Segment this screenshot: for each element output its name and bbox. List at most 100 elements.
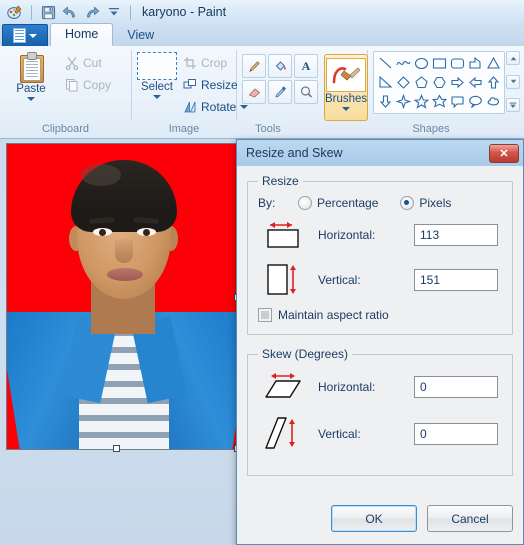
resize-legend: Resize xyxy=(262,174,299,188)
resize-section: Resize By: Percentage Pixels Horizontal:… xyxy=(247,174,513,335)
resize-vertical-input[interactable] xyxy=(414,269,498,291)
right-triangle-shape[interactable] xyxy=(376,73,394,92)
crop-icon xyxy=(183,56,197,70)
ribbon-group-tools: A Brushes Tools xyxy=(237,46,369,138)
down-arrow-shape[interactable] xyxy=(376,92,394,111)
skew-vertical-input[interactable] xyxy=(414,423,498,445)
tab-home[interactable]: Home xyxy=(50,23,114,46)
tools-grid: A xyxy=(242,54,318,104)
oval-shape[interactable] xyxy=(412,54,430,73)
rectangle-shape[interactable] xyxy=(430,54,448,73)
selection-rectangle-icon xyxy=(137,52,177,80)
paste-button[interactable]: Paste xyxy=(5,50,57,101)
left-arrow-shape[interactable] xyxy=(466,73,484,92)
pencil-icon[interactable] xyxy=(242,54,266,78)
cut-button[interactable]: Cut xyxy=(61,53,115,73)
rotate-label: Rotate xyxy=(201,100,237,114)
window-title: karyono - Paint xyxy=(142,5,227,19)
maintain-aspect-ratio-label: Maintain aspect ratio xyxy=(278,308,389,322)
redo-icon[interactable] xyxy=(83,3,101,21)
dialog-body: Resize By: Percentage Pixels Horizontal:… xyxy=(237,166,523,544)
save-icon[interactable] xyxy=(39,3,57,21)
rounded-callout-shape[interactable] xyxy=(448,92,466,111)
resize-horizontal-row: Horizontal: xyxy=(258,218,502,252)
maintain-aspect-ratio-checkbox[interactable]: Maintain aspect ratio xyxy=(258,308,502,322)
tools-group-label: Tools xyxy=(255,123,281,135)
rounded-rectangle-shape[interactable] xyxy=(448,54,466,73)
polygon-shape[interactable] xyxy=(466,54,484,73)
copy-label: Copy xyxy=(83,78,112,92)
canvas-resize-handle-bottom[interactable] xyxy=(113,445,120,452)
triangle-shape[interactable] xyxy=(484,54,502,73)
checkbox-indicator[interactable] xyxy=(258,308,272,322)
vertical-skew-icon xyxy=(258,414,318,454)
close-icon[interactable]: ✕ xyxy=(489,143,519,163)
resize-horizontal-input[interactable] xyxy=(414,224,498,246)
line-shape[interactable] xyxy=(376,54,394,73)
brushes-button[interactable]: Brushes xyxy=(324,54,369,121)
curve-shape[interactable] xyxy=(394,54,412,73)
radio-pixels-indicator[interactable] xyxy=(400,196,415,210)
cancel-button[interactable]: Cancel xyxy=(427,505,513,532)
copy-icon xyxy=(65,78,79,92)
undo-icon[interactable] xyxy=(61,3,79,21)
text-icon[interactable]: A xyxy=(294,54,318,78)
radio-pixels[interactable]: Pixels xyxy=(400,196,451,210)
color-picker-icon[interactable] xyxy=(268,80,292,104)
shapes-grid xyxy=(376,54,502,111)
resize-label: Resize xyxy=(201,78,238,92)
chevron-down-icon xyxy=(342,107,351,111)
brush-icon xyxy=(326,58,367,92)
eraser-icon[interactable] xyxy=(242,80,266,104)
skew-legend: Skew (Degrees) xyxy=(262,347,349,361)
oval-callout-shape[interactable] xyxy=(466,92,484,111)
tab-strip: Home View xyxy=(0,23,524,46)
image-canvas[interactable] xyxy=(6,143,240,450)
paint-app-icon[interactable] xyxy=(6,3,24,21)
shapes-group-label: Shapes xyxy=(412,123,450,135)
paste-label: Paste xyxy=(16,83,46,95)
vertical-resize-icon xyxy=(258,261,318,299)
tab-view[interactable]: View xyxy=(113,25,168,46)
pentagon-shape[interactable] xyxy=(412,73,430,92)
skew-horizontal-input[interactable] xyxy=(414,376,498,398)
dialog-button-row: OK Cancel xyxy=(331,505,513,532)
fill-icon[interactable] xyxy=(268,54,292,78)
brushes-label: Brushes xyxy=(325,93,368,105)
ribbon-group-clipboard: Paste Cut Copy Clipboard xyxy=(0,46,131,138)
crop-label: Crop xyxy=(201,56,228,70)
skew-vertical-row: Vertical: xyxy=(258,414,502,454)
diamond-shape[interactable] xyxy=(394,73,412,92)
ok-button[interactable]: OK xyxy=(331,505,417,532)
titlebar-divider-2 xyxy=(130,4,131,20)
hexagon-shape[interactable] xyxy=(430,73,448,92)
five-point-star-shape[interactable] xyxy=(412,92,430,111)
select-button[interactable]: Select xyxy=(137,50,177,99)
customize-qat-icon[interactable] xyxy=(105,3,123,21)
scroll-up-icon[interactable] xyxy=(506,51,520,65)
right-arrow-shape[interactable] xyxy=(448,73,466,92)
six-point-star-shape[interactable] xyxy=(430,92,448,111)
file-menu-button[interactable] xyxy=(2,24,48,46)
ribbon: Paste Cut Copy Clipboard Select Crop Res… xyxy=(0,46,524,139)
scissors-icon xyxy=(65,56,79,70)
magnifier-icon[interactable] xyxy=(294,80,318,104)
radio-percentage[interactable]: Percentage xyxy=(298,196,378,210)
select-label: Select xyxy=(141,81,173,93)
scroll-more-icon[interactable] xyxy=(506,98,520,112)
radio-percentage-label: Percentage xyxy=(317,196,379,210)
cloud-callout-shape[interactable] xyxy=(484,92,502,111)
up-arrow-shape[interactable] xyxy=(484,73,502,92)
canvas-photo xyxy=(7,144,239,449)
shapes-scrollbar[interactable] xyxy=(506,51,520,112)
resize-vertical-label: Vertical: xyxy=(318,273,361,287)
chevron-down-icon xyxy=(27,97,35,101)
scroll-down-icon[interactable] xyxy=(506,74,520,89)
radio-percentage-indicator[interactable] xyxy=(298,196,312,210)
resize-horizontal-label: Horizontal: xyxy=(318,228,376,242)
image-group-label: Image xyxy=(168,123,200,135)
clipboard-group-label: Clipboard xyxy=(41,123,90,135)
radio-pixels-label: Pixels xyxy=(419,196,452,210)
four-point-star-shape[interactable] xyxy=(394,92,412,111)
copy-button[interactable]: Copy xyxy=(61,75,115,95)
